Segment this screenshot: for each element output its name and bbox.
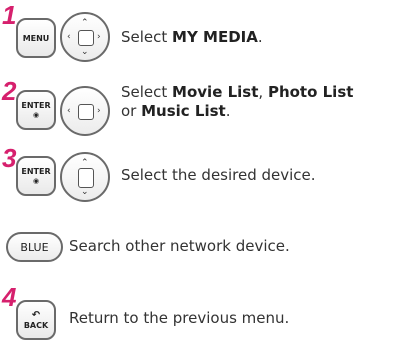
instruction-search-network: Search other network device. bbox=[69, 237, 290, 255]
step-number-2: 2 bbox=[2, 76, 17, 106]
enter-button[interactable]: ENTER ◉ bbox=[16, 90, 56, 130]
blue-button-label: BLUE bbox=[20, 240, 49, 254]
enter-button[interactable]: ENTER ◉ bbox=[16, 156, 56, 196]
ok-center-icon bbox=[78, 104, 94, 120]
instruction-select-my-media: Select MY MEDIA. bbox=[121, 28, 263, 47]
text-select: Select bbox=[121, 83, 173, 101]
blue-button[interactable]: BLUE bbox=[6, 232, 63, 262]
text-music-list: Music List bbox=[141, 102, 226, 120]
ok-center-icon bbox=[78, 168, 94, 188]
step-number-3: 3 bbox=[2, 143, 17, 173]
text-period: . bbox=[257, 28, 263, 46]
menu-button-label: MENU bbox=[22, 33, 50, 43]
back-button-label: BACK bbox=[23, 320, 49, 330]
navigation-pad-all-directions[interactable]: ⌃ ⌄ ‹ › bbox=[60, 12, 110, 62]
text-movie-list: Movie List bbox=[172, 83, 259, 101]
menu-button[interactable]: MENU bbox=[16, 18, 56, 58]
text-comma: , bbox=[258, 83, 268, 101]
enter-button-label: ENTER bbox=[21, 167, 51, 176]
step-number-1: 1 bbox=[2, 0, 17, 30]
step-number-4: 4 bbox=[2, 282, 17, 312]
text-or: or bbox=[121, 102, 142, 120]
enter-button-label: ENTER bbox=[21, 101, 51, 110]
arrow-left-icon: ‹ bbox=[67, 106, 71, 116]
arrow-left-icon: ‹ bbox=[67, 32, 71, 42]
navigation-pad-up-down[interactable]: ⌃ ⌄ bbox=[60, 152, 110, 202]
back-arrow-icon: ↶ bbox=[31, 309, 41, 321]
text-select: Select bbox=[121, 28, 173, 46]
arrow-right-icon: › bbox=[97, 32, 101, 42]
instruction-select-lists: Select Movie List, Photo List or Music Li… bbox=[121, 83, 391, 121]
instruction-return-menu: Return to the previous menu. bbox=[69, 309, 290, 327]
ok-center-icon bbox=[78, 30, 94, 46]
arrow-down-icon: ⌄ bbox=[81, 47, 89, 57]
enter-dot-icon: ◉ bbox=[32, 177, 40, 185]
arrow-right-icon: › bbox=[97, 106, 101, 116]
text-my-media: MY MEDIA bbox=[172, 28, 258, 46]
arrow-up-icon: ⌃ bbox=[81, 18, 89, 28]
text-period: . bbox=[225, 102, 231, 120]
instruction-select-device: Select the desired device. bbox=[121, 166, 316, 184]
navigation-pad-left-right[interactable]: ‹ › bbox=[60, 86, 110, 136]
text-photo-list: Photo List bbox=[267, 83, 354, 101]
enter-dot-icon: ◉ bbox=[32, 111, 40, 119]
arrow-up-icon: ⌃ bbox=[81, 158, 89, 168]
arrow-down-icon: ⌄ bbox=[81, 187, 89, 197]
back-button[interactable]: ↶ BACK bbox=[16, 300, 56, 340]
